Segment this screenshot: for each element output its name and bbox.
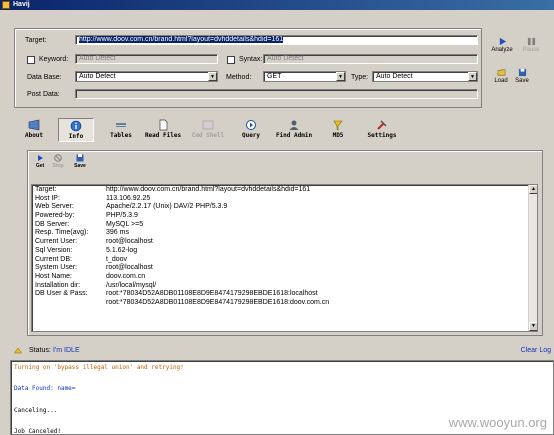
watermark: www.wooyun.org (448, 415, 547, 430)
query-icon (246, 120, 256, 130)
status-icon (14, 347, 22, 354)
target-label: Target: (25, 37, 47, 44)
info-row: Current User: root@localhost (35, 238, 153, 246)
results-scrollbar[interactable]: ▲ ▼ (528, 185, 537, 331)
type-label: Type: (351, 74, 369, 81)
method-label: Method: (226, 74, 252, 81)
info-results: Target: http://www.doov.com.cn/brand.html… (31, 184, 538, 332)
info-row: root:*78034D52A8DB01108E8D9E8474179298EB… (106, 298, 330, 306)
chevron-down-icon: ▼ (468, 72, 477, 81)
log-line: Canceling... (14, 407, 58, 414)
syntax-input[interactable]: Auto Detect (263, 54, 478, 64)
title-bar: Havij (0, 0, 554, 10)
app-icon (2, 1, 10, 9)
keyword-input[interactable]: Auto Detect (75, 54, 218, 64)
info-row: Host Name: doov.com.cn (35, 272, 146, 280)
tables-icon (116, 123, 126, 127)
play-icon (38, 155, 43, 161)
info-icon (70, 120, 82, 132)
get-button[interactable]: Get (31, 154, 49, 169)
database-select[interactable]: Auto Detect ▼ (75, 71, 218, 82)
keyword-label: Keyword: (39, 56, 69, 63)
stop-button[interactable]: Stop (49, 154, 67, 169)
method-select[interactable]: GET ▼ (263, 71, 346, 82)
info-row: Host IP: 113.106.92.25 (35, 194, 151, 202)
tab-read-files[interactable]: Read Files (142, 118, 184, 142)
save-button[interactable]: Save (511, 68, 533, 85)
info-row: Current DB: t_doov (35, 255, 128, 263)
status-label: Status: (29, 347, 51, 354)
clear-log-link[interactable]: Clear Log (521, 346, 551, 356)
status-bar: Status: I'm IDLE Clear Log (0, 344, 554, 358)
info-row: Powered-by: PHP/5.3.9 (35, 212, 138, 220)
load-button[interactable]: Load (491, 68, 511, 85)
target-input[interactable]: http://www.doov.com.cn/brand.html?layout… (75, 35, 478, 45)
save-icon (76, 154, 84, 162)
info-save-button[interactable]: Save (71, 154, 89, 169)
log-line: Data Found: name= (14, 385, 76, 392)
cmd-shell-icon (202, 120, 214, 130)
settings-icon (377, 120, 387, 130)
info-row: Web Server: Apache/2.2.17 (Unix) DAV/2 PH… (35, 203, 228, 211)
log-line: Turning on 'bypass illegal union' and re… (14, 364, 184, 371)
info-panel: Get Stop Save Target: http://www.doov.com… (27, 150, 543, 336)
window-title: Havij (13, 1, 30, 8)
keyword-checkbox[interactable] (27, 56, 35, 64)
post-data-label: Post Data: (27, 91, 60, 98)
pause-button[interactable]: Pause (516, 37, 546, 54)
post-data-input[interactable] (75, 89, 478, 99)
status-value: I'm IDLE (53, 347, 80, 354)
about-icon (28, 119, 40, 131)
analyze-button[interactable]: Analyze (487, 37, 517, 54)
tab-find-admin[interactable]: Find Admin (272, 118, 316, 142)
log-line: Job Canceled! (14, 428, 61, 435)
database-label: Data Base: (27, 74, 62, 81)
info-row: DB User & Pass: root:*78034D52A8DB01108E8… (35, 290, 318, 298)
tab-about[interactable]: About (16, 118, 52, 142)
tab-toolbar: About Info Tables Read Files Cmd Shell Q… (0, 118, 554, 142)
chevron-down-icon: ▼ (336, 72, 345, 81)
folder-icon (497, 69, 505, 76)
scroll-down-icon[interactable]: ▼ (529, 322, 537, 331)
info-row: DB Server: MySQL >=5 (35, 220, 144, 228)
syntax-label: Syntax: (239, 56, 263, 63)
chevron-down-icon: ▼ (208, 72, 217, 81)
info-row: Installation dir:/usr/local/mysql/ (35, 281, 157, 289)
tab-info[interactable]: Info (58, 118, 94, 142)
info-row: Sql Version: 5.1.62-log (35, 246, 138, 254)
target-form: Target: http://www.doov.com.cn/brand.htm… (14, 28, 482, 108)
read-files-icon (159, 119, 168, 131)
scroll-up-icon[interactable]: ▲ (529, 185, 537, 194)
tab-query[interactable]: Query (233, 118, 269, 142)
tab-md5[interactable]: MD5 (320, 118, 356, 142)
find-admin-icon (289, 120, 299, 130)
save-icon (518, 68, 526, 77)
info-row: Resp. Time(avg): 396 ms (35, 229, 129, 237)
info-row: System User: root@localhost (35, 264, 153, 272)
tab-cmd-shell[interactable]: Cmd Shell (187, 118, 229, 142)
pause-icon (527, 37, 535, 46)
tab-settings[interactable]: Settings (362, 118, 402, 142)
info-row: Target: http://www.doov.com.cn/brand.html… (35, 186, 311, 193)
syntax-checkbox[interactable] (227, 56, 235, 64)
analyze-icon (499, 37, 506, 46)
log-output: Turning on 'bypass illegal union' and re… (10, 360, 554, 435)
md5-icon (333, 120, 343, 131)
tab-tables[interactable]: Tables (103, 118, 139, 142)
type-select[interactable]: Auto Detect ▼ (372, 71, 478, 82)
stop-icon (54, 154, 62, 162)
